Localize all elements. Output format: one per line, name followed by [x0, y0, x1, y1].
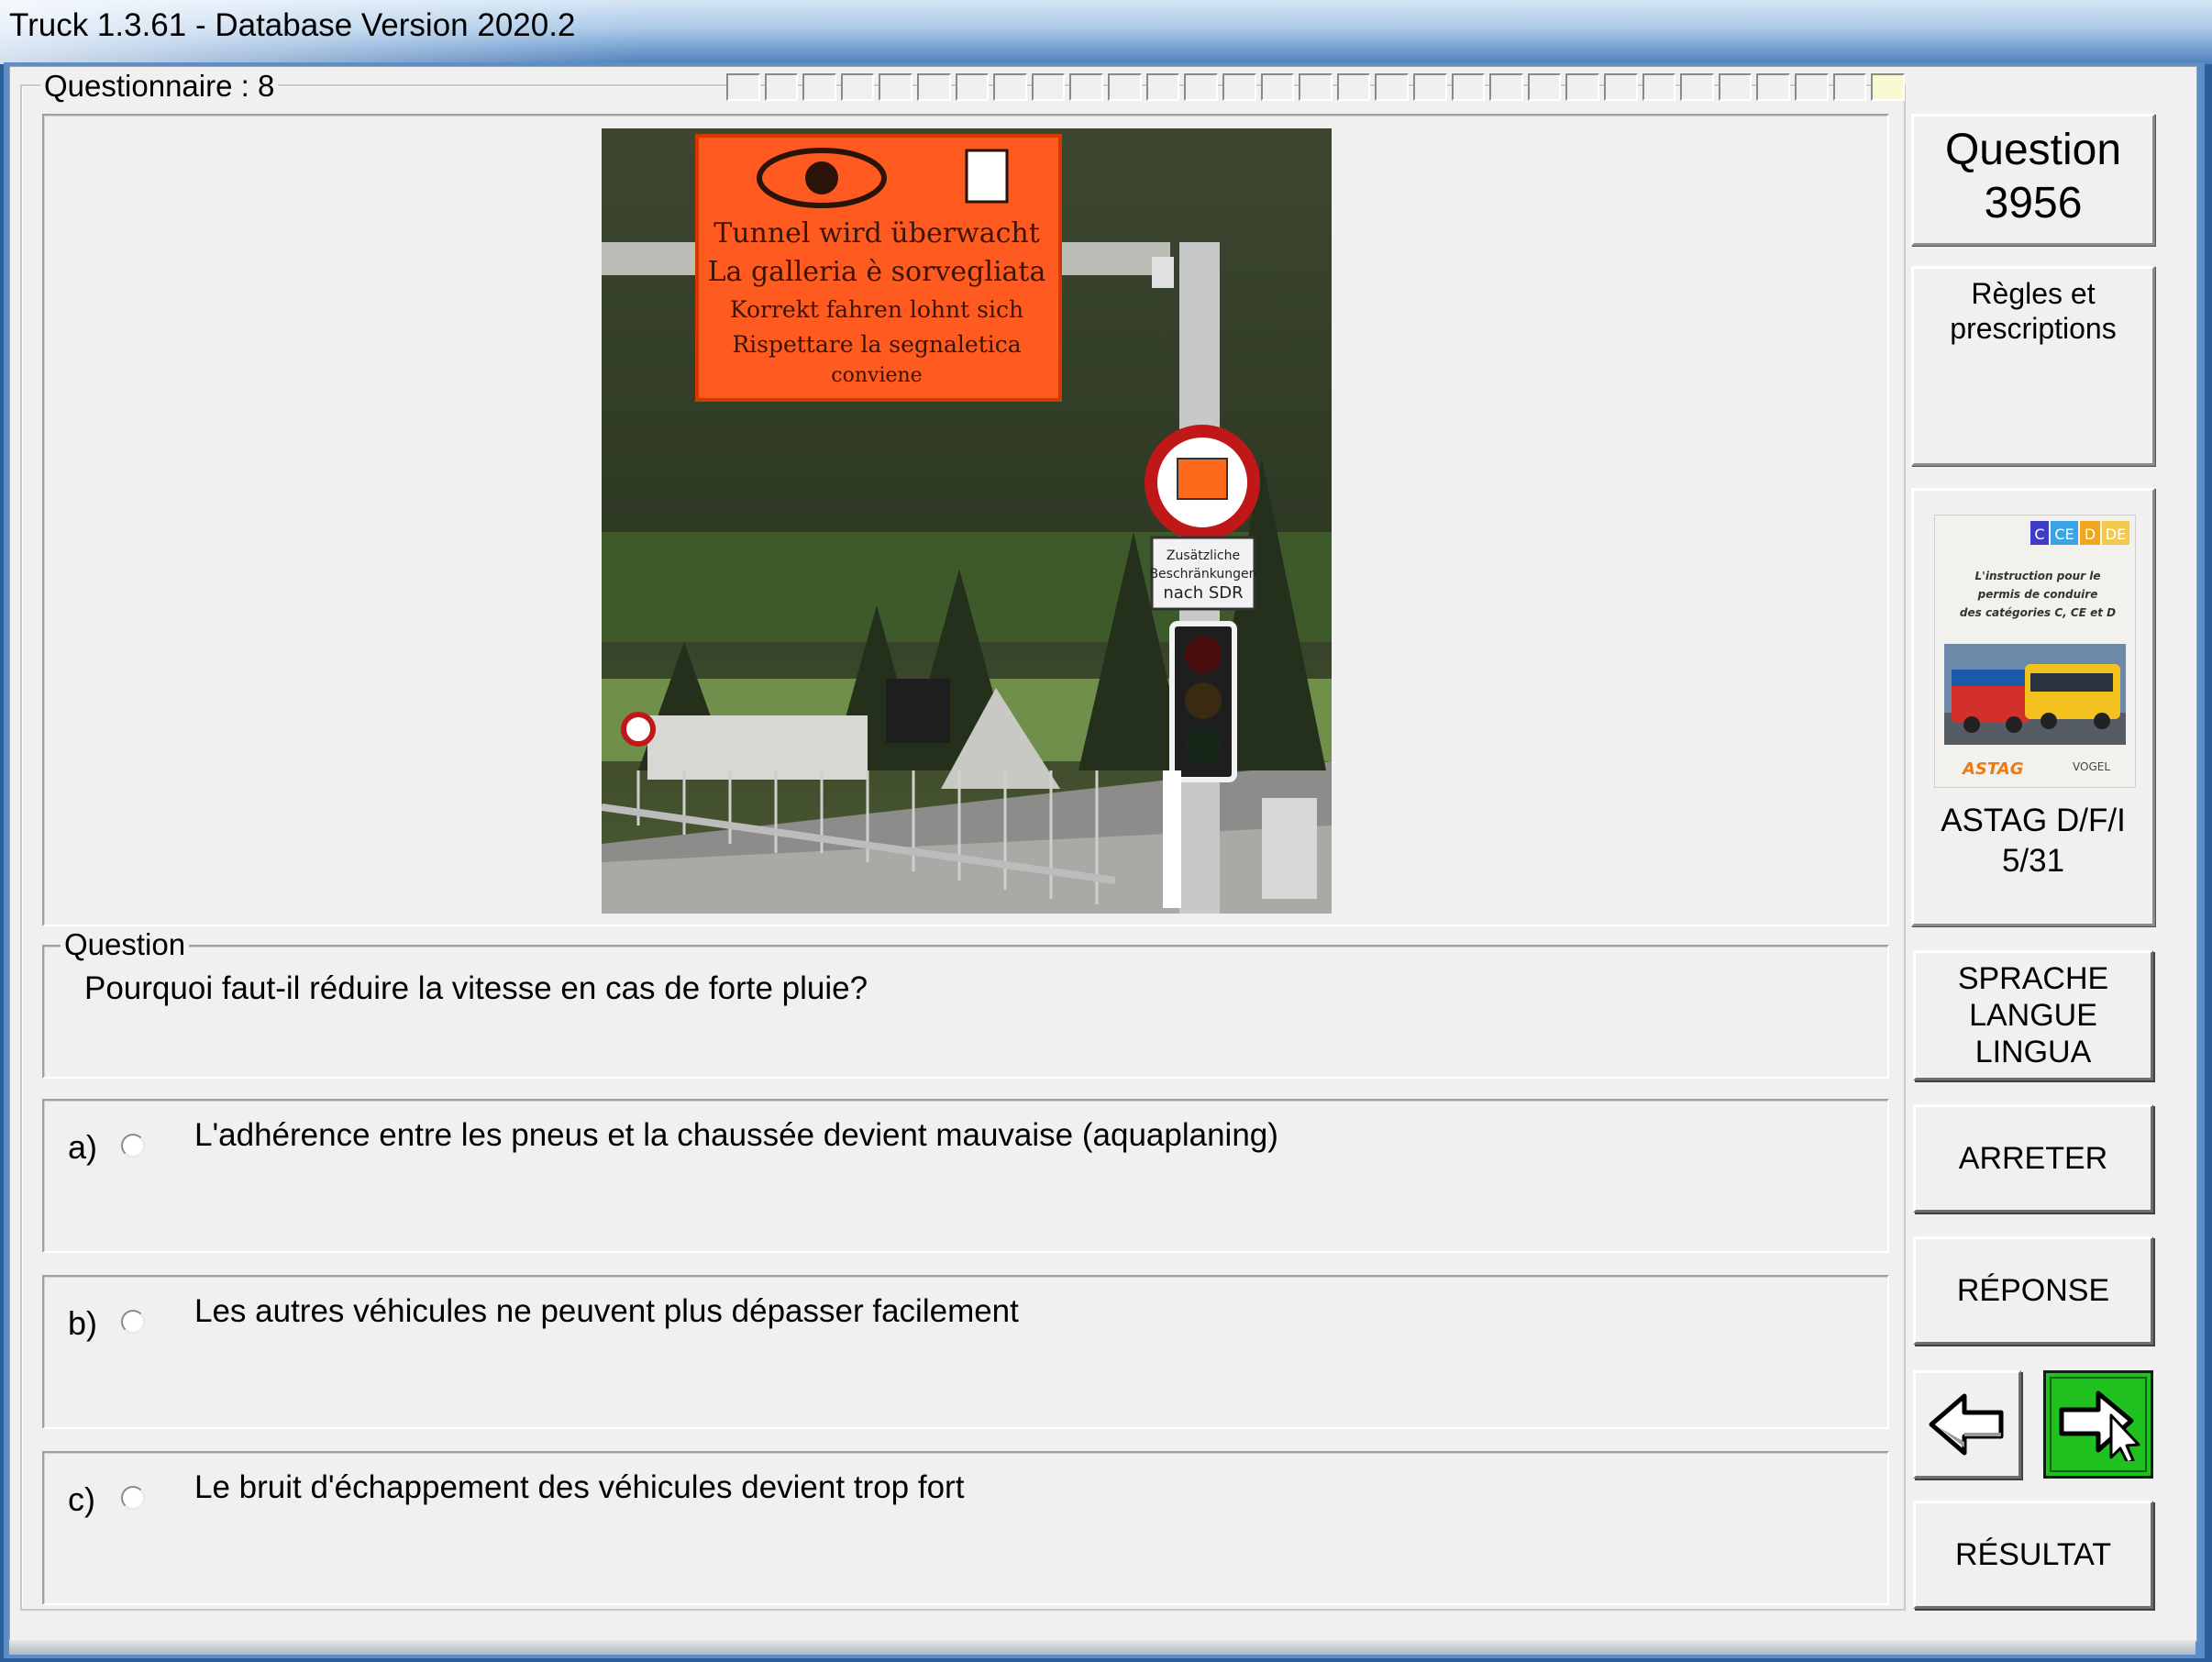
badge-ce: CE [2054, 526, 2074, 543]
book-cover-image[interactable]: C CE D DE L'instruction pour le permis d… [1934, 515, 2136, 788]
cover-text-2: permis de conduire [1977, 588, 2098, 601]
progress-cell [1299, 73, 1333, 101]
answer-letter-c: c) [68, 1480, 95, 1518]
progress-cell [726, 73, 760, 101]
stop-button[interactable]: ARRETER [1913, 1104, 2153, 1213]
answer-text-b[interactable]: Les autres véhicules ne peuvent plus dép… [194, 1293, 1019, 1330]
show-answer-button[interactable]: RÉPONSE [1913, 1236, 2153, 1345]
next-question-button[interactable] [2043, 1370, 2153, 1479]
badge-de: DE [2106, 526, 2126, 543]
sign-line-2: La galleria è sorvegliata [708, 256, 1046, 288]
plate-line-1: Zusätzliche [1167, 548, 1240, 563]
badge-d: D [2085, 526, 2096, 543]
progress-cell [1489, 73, 1523, 101]
progress-cell [1871, 73, 1905, 101]
progress-cell [764, 73, 799, 101]
question-number-label: Question [1944, 126, 2122, 174]
progress-cell [1795, 73, 1829, 101]
window-bottom-edge [9, 1640, 2195, 1655]
progress-cell [1336, 73, 1371, 101]
progress-cell [1260, 73, 1295, 101]
progress-cell [1184, 73, 1218, 101]
progress-cell [1604, 73, 1638, 101]
sign-line-5: conviene [831, 364, 922, 387]
progress-cell [1222, 73, 1256, 101]
window-title: Truck 1.3.61 - Database Version 2020.2 [9, 7, 576, 43]
question-number: 3956 [1984, 179, 2083, 227]
progress-cell [1108, 73, 1142, 101]
questionnaire-label: Questionnaire : 8 [40, 70, 279, 103]
category-line-1: Règles et [1971, 277, 2096, 310]
result-button[interactable]: RÉSULTAT [1913, 1501, 2153, 1609]
sign-line-1: Tunnel wird überwacht [713, 217, 1040, 249]
cover-logo-left: ASTAG [1961, 759, 2023, 779]
progress-cell [1565, 73, 1600, 101]
book-label-line-2: 5/31 [2001, 843, 2065, 879]
sign-line-3: Korrekt fahren lohnt sich [730, 296, 1023, 323]
arrow-right-icon [2059, 1391, 2140, 1461]
progress-cell [955, 73, 990, 101]
tunnel-sign-photo-image: Tunnel wird überwacht La galleria è sorv… [602, 128, 1332, 914]
sign-line-4: Rispettare la segnaletica [732, 331, 1021, 358]
question-number-box: Question 3956 [1911, 114, 2155, 246]
answer-radio-c[interactable] [121, 1486, 145, 1510]
progress-cell [1412, 73, 1447, 101]
language-button-line-2: LANGUE [1969, 998, 2097, 1033]
answer-radio-a[interactable] [121, 1134, 145, 1158]
book-cover-graphic: C CE D DE L'instruction pour le permis d… [1935, 515, 2135, 787]
progress-cell [1527, 73, 1562, 101]
progress-cell [1718, 73, 1753, 101]
answer-letter-a: a) [68, 1128, 98, 1166]
progress-cell [993, 73, 1027, 101]
answer-radio-b[interactable] [121, 1310, 145, 1334]
progress-cell [1642, 73, 1676, 101]
progress-cell [1451, 73, 1486, 101]
answer-text-a[interactable]: L'adhérence entre les pneus et la chauss… [194, 1117, 1278, 1154]
cover-text-1: L'instruction pour le [1975, 570, 2101, 582]
category-box: Règles et prescriptions [1911, 266, 2155, 466]
question-photo: Tunnel wird überwacht La galleria è sorv… [602, 128, 1332, 914]
progress-cell [1832, 73, 1867, 101]
question-panel [42, 945, 1889, 1079]
progress-cell [1375, 73, 1409, 101]
progress-cell [1680, 73, 1714, 101]
title-bar: Truck 1.3.61 - Database Version 2020.2 [0, 0, 2212, 64]
question-legend: Question [61, 928, 190, 961]
progress-cell [879, 73, 913, 101]
progress-cell [917, 73, 951, 101]
progress-cell [1145, 73, 1180, 101]
progress-cell [1756, 73, 1791, 101]
progress-cell [802, 73, 836, 101]
progress-cell [1031, 73, 1066, 101]
language-button-line-1: SPRACHE [1957, 961, 2109, 996]
cover-text-3: des catégories C, CE et D [1960, 606, 2116, 619]
answer-letter-b: b) [68, 1304, 98, 1342]
question-progress-bar [726, 73, 1909, 101]
category-line-2: prescriptions [1950, 312, 2117, 345]
badge-c: C [2034, 526, 2044, 543]
book-label-line-1: ASTAG D/F/I [1941, 803, 2126, 838]
previous-question-button[interactable] [1913, 1370, 2021, 1479]
question-text: Pourquoi faut-il réduire la vitesse en c… [84, 970, 868, 1006]
arrow-left-icon [1929, 1393, 2004, 1456]
progress-cell [840, 73, 875, 101]
progress-cell [1069, 73, 1104, 101]
cover-logo-right: VOGEL [2073, 760, 2110, 773]
plate-line-2: Beschränkungen [1149, 567, 1256, 582]
language-button-line-3: LINGUA [1974, 1035, 2092, 1069]
reference-book-box[interactable]: C CE D DE L'instruction pour le permis d… [1911, 488, 2155, 926]
language-button[interactable]: SPRACHE LANGUE LINGUA [1913, 950, 2153, 1080]
plate-line-3: nach SDR [1163, 583, 1243, 603]
answer-text-c[interactable]: Le bruit d'échappement des véhicules dev… [194, 1469, 964, 1506]
